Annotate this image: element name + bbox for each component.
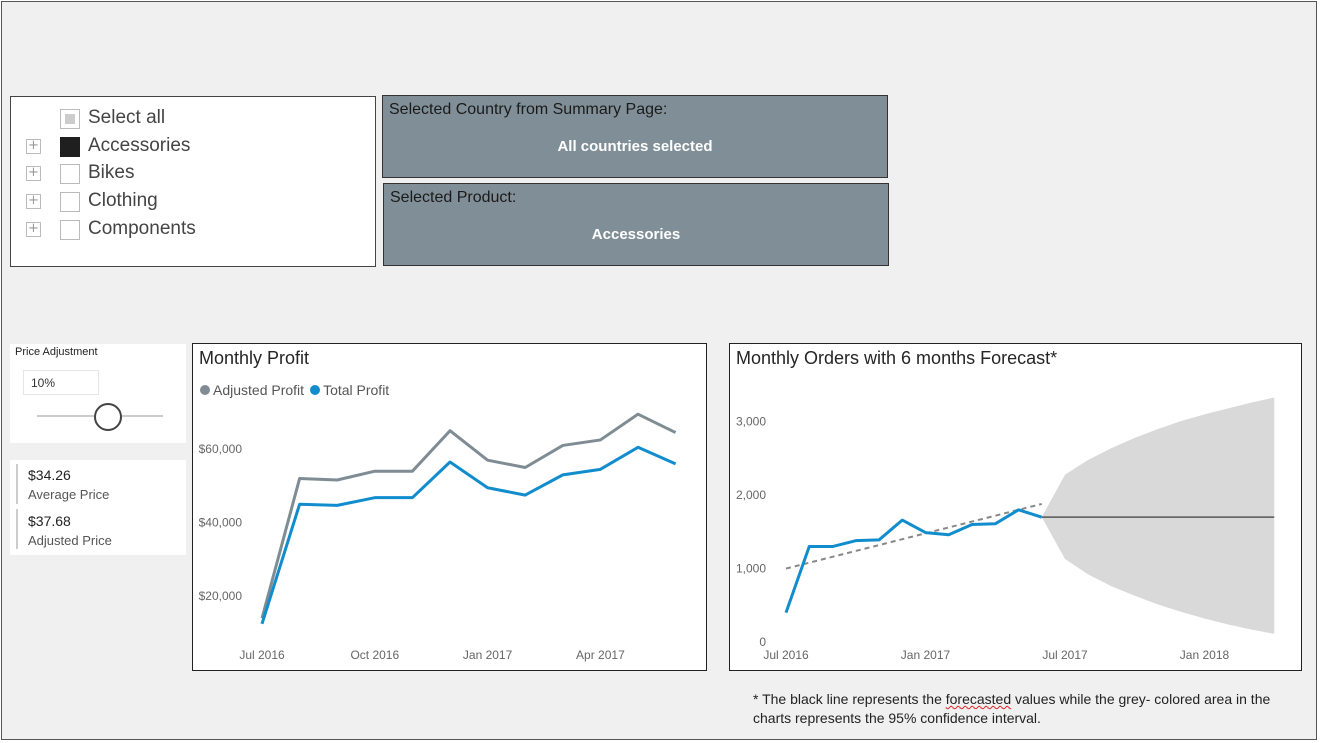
- product-category-slicer: Select all + Accessories + Bikes + Cloth…: [10, 96, 376, 267]
- y-tick-label: 0: [759, 635, 766, 649]
- forecast-footnote: * The black line represents the forecast…: [753, 690, 1301, 728]
- y-tick-label: 1,000: [736, 562, 766, 576]
- y-tick-label: $20,000: [199, 589, 243, 603]
- price-kpi-card: $34.26 Average Price $37.68 Adjusted Pri…: [10, 460, 186, 555]
- adjusted-profit-line: [260, 412, 677, 619]
- slicer-item-label: Components: [88, 218, 196, 239]
- y-tick-label: $60,000: [199, 442, 243, 456]
- bikes-checkbox[interactable]: [60, 164, 80, 184]
- x-tick-label: Jul 2016: [763, 648, 809, 662]
- report-canvas: Select all + Accessories + Bikes + Cloth…: [1, 1, 1317, 740]
- x-tick-label: Oct 2016: [350, 648, 399, 662]
- confidence-interval-band: [1041, 397, 1275, 634]
- price-adjustment-parameter: Price Adjustment 10%: [10, 344, 186, 443]
- kpi-accent-bar: [16, 509, 18, 549]
- selected-product-card: Selected Product: Accessories: [383, 183, 889, 266]
- components-checkbox[interactable]: [60, 220, 80, 240]
- card-title: Selected Product:: [390, 189, 517, 206]
- orders-plot: 0 1,000 2,000 3,000 Jul 2016 Jan 2017 Jul 2017…: [736, 397, 1275, 662]
- expand-icon[interactable]: +: [26, 222, 41, 237]
- card-value: All countries selected: [557, 138, 713, 155]
- monthly-profit-chart: Monthly Profit Adjusted Profit Total Pro…: [192, 343, 707, 671]
- price-adjustment-input[interactable]: 10%: [23, 370, 99, 395]
- orders-actual-line: [784, 508, 1043, 614]
- clothing-checkbox[interactable]: [60, 192, 80, 212]
- slicer-item-label: Clothing: [88, 190, 158, 211]
- select-all-label: Select all: [88, 107, 166, 128]
- slider-handle[interactable]: [94, 403, 122, 431]
- average-price-value: $34.26: [28, 467, 71, 483]
- slicer-item-label: Bikes: [88, 162, 135, 183]
- x-tick-label: Apr 2017: [576, 648, 625, 662]
- monthly-orders-forecast-chart: Monthly Orders with 6 months Forecast* 0…: [729, 343, 1302, 671]
- x-tick-label: Jul 2017: [1042, 648, 1088, 662]
- slicer-item-label: Accessories: [88, 135, 191, 156]
- param-label: Price Adjustment: [15, 346, 98, 358]
- expand-icon[interactable]: +: [26, 166, 41, 181]
- card-value: Accessories: [591, 226, 681, 243]
- kpi-accent-bar: [16, 464, 18, 504]
- expand-icon[interactable]: +: [26, 139, 41, 154]
- profit-plot: $20,000 $40,000 $60,000 Jul 2016 Oct 2016 Jan…: [199, 412, 677, 662]
- y-tick-label: 3,000: [736, 415, 766, 429]
- average-price-label: Average Price: [28, 487, 110, 502]
- x-tick-label: Jan 2018: [1180, 648, 1230, 662]
- trend-line: [785, 502, 1042, 570]
- adjusted-price-label: Adjusted Price: [28, 533, 112, 548]
- x-tick-label: Jan 2017: [463, 648, 513, 662]
- y-tick-label: 2,000: [736, 488, 766, 502]
- y-tick-label: $40,000: [199, 516, 243, 530]
- accessories-checkbox[interactable]: [60, 137, 80, 157]
- select-all-checkbox[interactable]: [60, 109, 80, 129]
- adjusted-price-value: $37.68: [28, 513, 71, 529]
- x-tick-label: Jan 2017: [901, 648, 951, 662]
- selected-country-card: Selected Country from Summary Page: All …: [382, 95, 888, 178]
- total-profit-line: [260, 445, 677, 625]
- expand-icon[interactable]: +: [26, 194, 41, 209]
- x-tick-label: Jul 2016: [239, 648, 285, 662]
- footnote-misspelled-word: forecasted: [945, 691, 1012, 707]
- footnote-text: * The black line represents the: [753, 691, 946, 707]
- card-title: Selected Country from Summary Page:: [389, 101, 668, 118]
